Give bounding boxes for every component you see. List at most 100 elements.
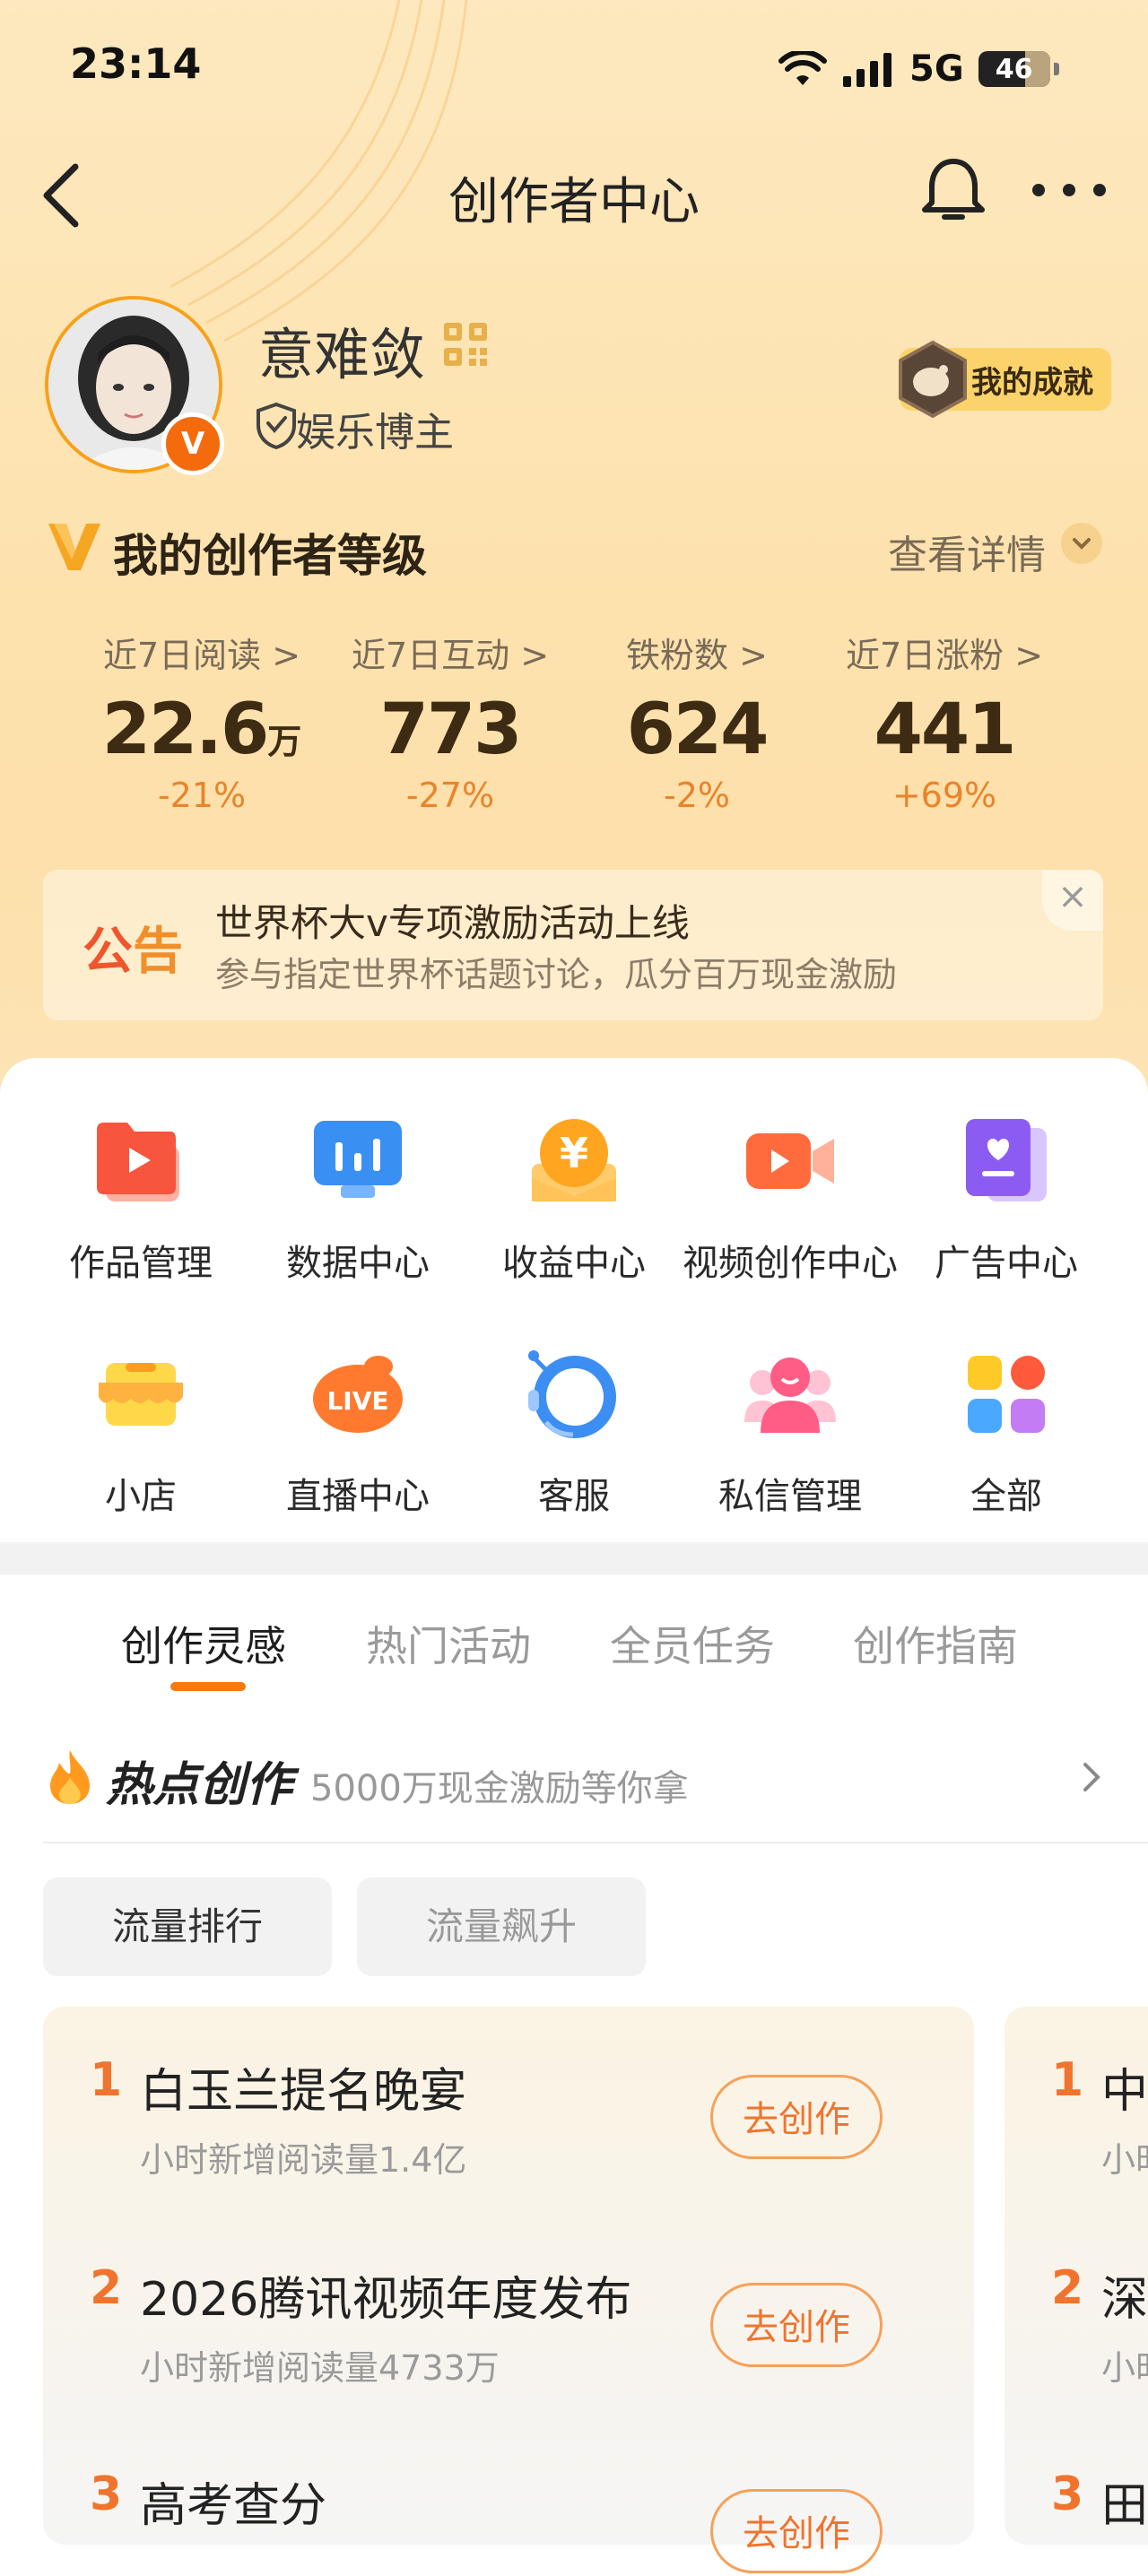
shield-icon	[257, 402, 296, 450]
create-button[interactable]: 去创作	[710, 2075, 883, 2159]
tool-data-center[interactable]: 数据中心	[249, 1112, 466, 1286]
fire-icon	[50, 1750, 90, 1804]
notice-subtitle: 参与指定世界杯话题讨论，瓜分百万现金激励	[215, 955, 898, 994]
rank-number: 1	[1051, 2053, 1084, 2107]
stat-value: 441	[874, 690, 1017, 770]
tool-label: 全部	[970, 1476, 1042, 1517]
active-tab-indicator	[170, 1682, 246, 1691]
tab-creation-guide[interactable]: 创作指南	[853, 1614, 1018, 1673]
tool-video-creation-center[interactable]: 视频创作中心	[682, 1112, 899, 1286]
all-apps-icon	[957, 1345, 1056, 1444]
battery-level: 46	[995, 54, 1033, 85]
creator-level-title: 我的创作者等级	[113, 530, 427, 582]
tab-hot-activities[interactable]: 热门活动	[366, 1614, 531, 1673]
svg-text:¥: ¥	[560, 1129, 588, 1177]
tab-creative-inspiration[interactable]: 创作灵感	[121, 1614, 286, 1673]
tool-label: 收益中心	[502, 1243, 646, 1284]
network-type: 5G	[909, 48, 964, 90]
tool-customer-service[interactable]: 客服	[465, 1345, 683, 1519]
tool-shop[interactable]: 小店	[32, 1345, 249, 1519]
rank-number: 1	[90, 2053, 123, 2107]
tool-label: 小店	[105, 1476, 177, 1517]
tool-all[interactable]: 全部	[898, 1345, 1115, 1519]
rank-number: 2	[90, 2261, 123, 2315]
filter-traffic-surge[interactable]: 流量飙升	[357, 1878, 646, 1976]
rank-number: 2	[1051, 2261, 1084, 2315]
live-icon: LIVE	[309, 1345, 407, 1444]
tool-ad-center[interactable]: 广告中心	[898, 1112, 1115, 1286]
stat-label: 近7日涨粉 >	[845, 636, 1044, 675]
tool-revenue-center[interactable]: ¥ 收益中心	[465, 1112, 683, 1286]
stat-7day-reads[interactable]: 近7日阅读 > 22.6万 -21%	[76, 628, 327, 815]
create-button[interactable]: 去创作	[710, 2283, 883, 2367]
rank-title[interactable]: 2026腾讯视频年度发布	[140, 2261, 631, 2329]
battery-cap	[1053, 63, 1059, 75]
chevron-down-icon[interactable]	[1061, 523, 1102, 564]
stat-change: -21%	[157, 776, 247, 815]
rank-number: 3	[1051, 2468, 1084, 2521]
create-button[interactable]: 去创作	[710, 2489, 883, 2573]
bell-icon[interactable]	[919, 154, 987, 226]
tool-message-management[interactable]: 私信管理	[682, 1345, 899, 1519]
stat-change: -2%	[664, 776, 730, 815]
tool-label: 广告中心	[935, 1243, 1078, 1284]
v-level-icon	[48, 524, 100, 570]
filter-traffic-ranking[interactable]: 流量排行	[43, 1878, 332, 1976]
stat-label: 铁粉数 >	[626, 636, 768, 675]
stat-label: 近7日阅读 >	[102, 636, 301, 675]
view-details-link[interactable]: 查看详情	[888, 523, 1046, 580]
verified-badge: V	[161, 412, 224, 475]
notice-tag: 公告	[83, 923, 183, 981]
rank-subtitle: 小时新增阅读量4733万	[140, 2348, 500, 2388]
stat-label: 近7日互动 >	[351, 636, 550, 675]
stat-value: 22.6万	[101, 690, 302, 770]
tool-label: 私信管理	[718, 1476, 862, 1517]
tool-label: 直播中心	[286, 1476, 430, 1517]
hot-creation-subtitle: 5000万现金激励等你拿	[310, 1768, 689, 1809]
stat-value: 624	[626, 690, 770, 770]
rank-subtitle: 小时	[1101, 2348, 1148, 2388]
rank-title[interactable]: 白玉兰提名晚宴	[140, 2053, 466, 2121]
battery-icon: 46	[978, 51, 1050, 87]
video-camera-icon	[741, 1112, 839, 1210]
svg-text:LIVE: LIVE	[326, 1386, 388, 1416]
rank-number: 3	[90, 2468, 123, 2521]
tool-works-management[interactable]: 作品管理	[32, 1112, 249, 1286]
stat-value: 773	[379, 690, 523, 770]
rank-subtitle: 小时	[1101, 2140, 1148, 2180]
status-time: 23:14	[70, 39, 202, 88]
divider-line	[43, 1842, 1148, 1843]
messages-people-icon	[741, 1345, 839, 1444]
signal-icon	[843, 53, 891, 87]
qr-code-icon[interactable]	[442, 321, 489, 368]
stat-7day-new-fans[interactable]: 近7日涨粉 > 441 +69%	[819, 628, 1070, 815]
close-icon[interactable]: ×	[1042, 870, 1103, 931]
works-folder-icon	[91, 1112, 190, 1210]
rank-subtitle: 小时新增阅读量1.4亿	[140, 2140, 467, 2180]
stat-change: -27%	[405, 776, 495, 815]
hot-creation-title: 热点创作	[106, 1758, 293, 1812]
tab-all-member-tasks[interactable]: 全员任务	[610, 1614, 775, 1673]
rank-title[interactable]: 田	[1101, 2468, 1148, 2535]
user-name: 意难敛	[258, 322, 426, 387]
stat-change: +69%	[891, 776, 997, 815]
tool-live-center[interactable]: LIVE 直播中心	[249, 1345, 466, 1519]
customer-service-icon	[525, 1345, 623, 1444]
tool-label: 数据中心	[286, 1243, 430, 1284]
data-chart-icon	[309, 1112, 407, 1210]
stat-iron-fans[interactable]: 铁粉数 > 624 -2%	[571, 628, 822, 815]
status-indicators: 5G 46	[778, 48, 1059, 90]
yuan-coin-icon: ¥	[525, 1112, 623, 1210]
achievement-medal-icon	[899, 340, 967, 419]
ad-card-icon	[957, 1112, 1056, 1210]
rank-title[interactable]: 中	[1101, 2053, 1148, 2121]
rank-title[interactable]: 深	[1101, 2261, 1148, 2329]
chevron-right-icon[interactable]	[1076, 1757, 1107, 1797]
more-icon[interactable]	[1030, 179, 1109, 201]
tool-label: 作品管理	[69, 1243, 213, 1284]
rank-title[interactable]: 高考查分	[140, 2468, 326, 2535]
stat-7day-interactions[interactable]: 近7日互动 > 773 -27%	[325, 628, 576, 815]
section-divider	[0, 1542, 1148, 1574]
tool-label: 客服	[538, 1476, 610, 1517]
tools-panel: 作品管理 数据中心 ¥ 收益中心 视频创作中心 广告中心 小店 LIVE 直播中…	[0, 1058, 1148, 1542]
